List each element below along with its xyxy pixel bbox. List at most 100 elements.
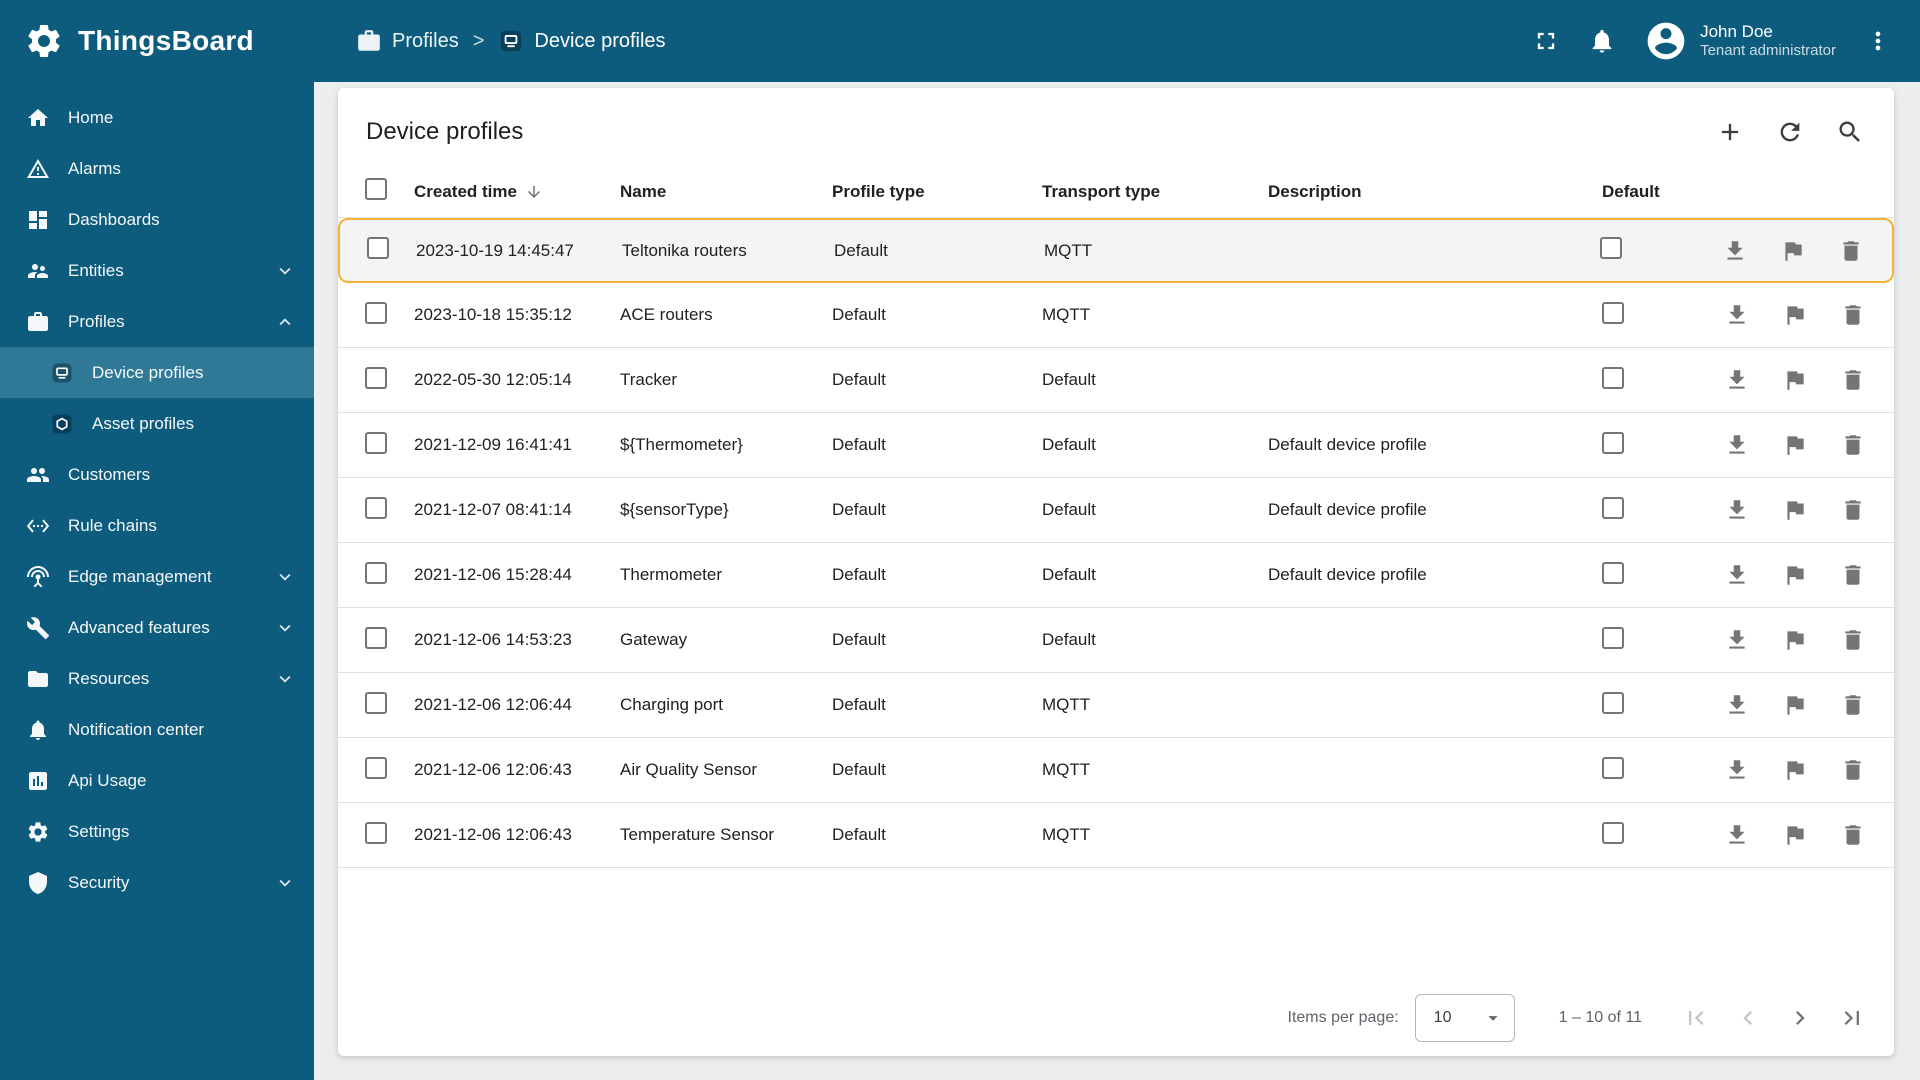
default-checkbox[interactable] <box>1602 496 1624 519</box>
breadcrumb-item-profiles[interactable]: Profiles <box>356 28 459 54</box>
set-default-button[interactable] <box>1782 367 1808 393</box>
export-profile-button[interactable] <box>1724 757 1750 783</box>
export-profile-button[interactable] <box>1724 562 1750 588</box>
row-checkbox[interactable] <box>365 756 387 779</box>
col-header-default[interactable]: Default <box>1602 182 1724 202</box>
delete-button[interactable] <box>1840 432 1866 458</box>
delete-button[interactable] <box>1840 822 1866 848</box>
items-per-page-select[interactable]: 10 <box>1414 994 1515 1042</box>
default-checkbox[interactable] <box>1602 431 1624 454</box>
set-default-button[interactable] <box>1782 497 1808 523</box>
default-checkbox[interactable] <box>1602 626 1624 649</box>
sidebar-item-dashboards[interactable]: Dashboards <box>0 194 314 245</box>
table-row[interactable]: 2021-12-06 12:06:43 Temperature Sensor Def… <box>338 803 1894 868</box>
table-row[interactable]: 2021-12-07 08:41:14 ${sensorType} Default D… <box>338 478 1894 543</box>
table-row[interactable]: 2023-10-19 14:45:47 Teltonika routers Defa… <box>338 218 1894 283</box>
breadcrumb-item-device-profiles[interactable]: Device profiles <box>498 28 666 54</box>
set-default-button[interactable] <box>1782 627 1808 653</box>
sidebar-item-resources[interactable]: Resources <box>0 653 314 704</box>
user-menu[interactable]: John Doe Tenant administrator <box>1644 19 1836 63</box>
more-menu-button[interactable] <box>1864 27 1892 55</box>
sidebar-item-customers[interactable]: Customers <box>0 449 314 500</box>
set-default-button[interactable] <box>1780 238 1806 264</box>
table-row[interactable]: 2021-12-06 14:53:23 Gateway Default Default <box>338 608 1894 673</box>
sidebar-item-security[interactable]: Security <box>0 857 314 908</box>
delete-button[interactable] <box>1840 692 1866 718</box>
set-default-button[interactable] <box>1782 432 1808 458</box>
sidebar-item-asset-profiles[interactable]: Asset profiles <box>0 398 314 449</box>
col-header-created-time[interactable]: Created time <box>414 182 620 202</box>
export-profile-button[interactable] <box>1724 367 1750 393</box>
edge-management-icon <box>26 565 50 589</box>
delete-button[interactable] <box>1840 302 1866 328</box>
export-profile-button[interactable] <box>1724 822 1750 848</box>
table-row[interactable]: 2021-12-06 12:06:43 Air Quality Sensor Def… <box>338 738 1894 803</box>
notifications-button[interactable] <box>1588 27 1616 55</box>
sidebar-item-api-usage[interactable]: Api Usage <box>0 755 314 806</box>
set-default-button[interactable] <box>1782 822 1808 848</box>
last-page-button[interactable] <box>1826 992 1878 1044</box>
sidebar-item-alarms[interactable]: Alarms <box>0 143 314 194</box>
table-row[interactable]: 2022-05-30 12:05:14 Tracker Default Default <box>338 348 1894 413</box>
export-profile-button[interactable] <box>1724 627 1750 653</box>
row-checkbox[interactable] <box>365 821 387 844</box>
row-checkbox[interactable] <box>365 626 387 649</box>
sidebar-item-entities[interactable]: Entities <box>0 245 314 296</box>
refresh-button[interactable] <box>1776 118 1804 146</box>
add-device-profile-button[interactable] <box>1716 118 1744 146</box>
default-checkbox[interactable] <box>1602 691 1624 714</box>
col-header-description[interactable]: Description <box>1268 182 1602 202</box>
default-checkbox[interactable] <box>1602 301 1624 324</box>
sidebar-item-profiles[interactable]: Profiles <box>0 296 314 347</box>
cell-transport-type: Default <box>1042 435 1096 454</box>
table-row[interactable]: 2023-10-18 15:35:12 ACE routers Default MQT… <box>338 283 1894 348</box>
default-checkbox[interactable] <box>1602 561 1624 584</box>
row-checkbox[interactable] <box>365 431 387 454</box>
set-default-button[interactable] <box>1782 562 1808 588</box>
sidebar-item-advanced-features[interactable]: Advanced features <box>0 602 314 653</box>
row-checkbox[interactable] <box>365 691 387 714</box>
delete-button[interactable] <box>1840 497 1866 523</box>
sidebar-item-device-profiles[interactable]: Device profiles <box>0 347 314 398</box>
default-checkbox[interactable] <box>1602 821 1624 844</box>
sidebar-item-rule-chains[interactable]: Rule chains <box>0 500 314 551</box>
delete-button[interactable] <box>1840 627 1866 653</box>
app-logo[interactable]: ThingsBoard <box>0 21 314 61</box>
export-profile-button[interactable] <box>1724 497 1750 523</box>
previous-page-button[interactable] <box>1722 992 1774 1044</box>
set-default-button[interactable] <box>1782 757 1808 783</box>
delete-button[interactable] <box>1840 757 1866 783</box>
col-header-name[interactable]: Name <box>620 182 832 202</box>
export-profile-button[interactable] <box>1724 692 1750 718</box>
delete-button[interactable] <box>1838 238 1864 264</box>
row-checkbox[interactable] <box>367 237 389 259</box>
row-checkbox[interactable] <box>365 561 387 584</box>
row-checkbox[interactable] <box>365 496 387 519</box>
row-checkbox[interactable] <box>365 301 387 324</box>
set-default-button[interactable] <box>1782 302 1808 328</box>
export-profile-button[interactable] <box>1724 432 1750 458</box>
table-row[interactable]: 2021-12-06 12:06:44 Charging port Default M… <box>338 673 1894 738</box>
sidebar-item-edge-management[interactable]: Edge management <box>0 551 314 602</box>
row-checkbox[interactable] <box>365 366 387 389</box>
sidebar-item-home[interactable]: Home <box>0 92 314 143</box>
sidebar-item-settings[interactable]: Settings <box>0 806 314 857</box>
set-default-button[interactable] <box>1782 692 1808 718</box>
export-profile-button[interactable] <box>1724 302 1750 328</box>
default-checkbox[interactable] <box>1602 756 1624 779</box>
export-profile-button[interactable] <box>1722 238 1748 264</box>
table-row[interactable]: 2021-12-06 15:28:44 Thermometer Default Def… <box>338 543 1894 608</box>
next-page-button[interactable] <box>1774 992 1826 1044</box>
default-checkbox[interactable] <box>1602 366 1624 389</box>
sidebar-item-notification-center[interactable]: Notification center <box>0 704 314 755</box>
search-button[interactable] <box>1836 118 1864 146</box>
delete-button[interactable] <box>1840 562 1866 588</box>
col-header-profile-type[interactable]: Profile type <box>832 182 1042 202</box>
first-page-button[interactable] <box>1670 992 1722 1044</box>
fullscreen-button[interactable] <box>1532 27 1560 55</box>
default-checkbox[interactable] <box>1600 237 1622 259</box>
col-header-transport-type[interactable]: Transport type <box>1042 182 1268 202</box>
table-row[interactable]: 2021-12-09 16:41:41 ${Thermometer} Default… <box>338 413 1894 478</box>
delete-button[interactable] <box>1840 367 1866 393</box>
select-all-checkbox[interactable] <box>365 178 387 200</box>
